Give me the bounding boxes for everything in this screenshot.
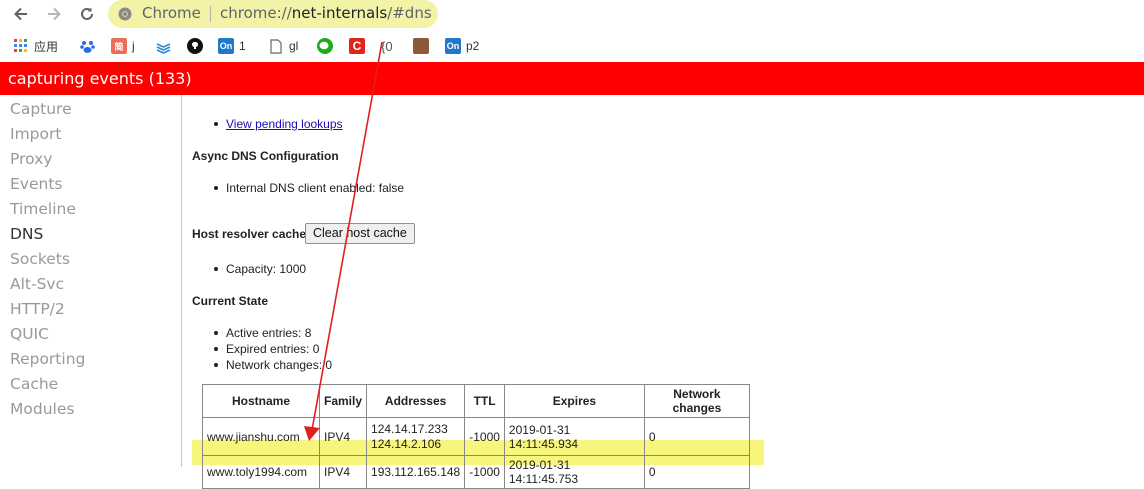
bookmark-layers[interactable] xyxy=(155,37,176,55)
cell-expires: 2019-01-31 14:11:45.934 xyxy=(503,417,645,456)
reload-icon xyxy=(81,7,93,20)
col-ttl: TTL xyxy=(464,384,505,418)
bookmark-github[interactable] xyxy=(187,37,208,55)
cell-hostname: www.jianshu.com xyxy=(202,417,320,456)
col-family: Family xyxy=(318,384,368,418)
col-network-changes: Network changes xyxy=(643,384,750,418)
chrome-chip-label: Chrome xyxy=(142,4,201,22)
back-button[interactable] xyxy=(9,2,33,26)
host-resolver-cache-heading: Host resolver cache xyxy=(192,227,307,241)
bookmark-onenote-p2[interactable]: On p2 xyxy=(445,37,479,55)
page-icon xyxy=(268,38,284,54)
table-header-row: Hostname Family Addresses TTL Expires Ne… xyxy=(202,384,750,418)
sidebar-item-proxy[interactable]: Proxy xyxy=(10,150,52,168)
network-changes-text: Network changes: 0 xyxy=(213,358,333,372)
bookmark-label: gl xyxy=(289,39,299,53)
bookmark-avatar[interactable] xyxy=(413,37,434,55)
table-row: www.jianshu.com IPV4 124.14.17.233 124.1… xyxy=(202,417,750,456)
current-state-heading: Current State xyxy=(192,294,269,308)
address-line: 124.14.17.233 xyxy=(371,421,448,436)
capture-status-banner: capturing events (133) xyxy=(0,62,1144,95)
sidebar-nav: Capture Import Proxy Events Timeline DNS… xyxy=(0,95,182,467)
async-dns-heading: Async DNS Configuration xyxy=(192,149,339,163)
sidebar-item-events[interactable]: Events xyxy=(10,175,62,193)
table-row: www.toly1994.com IPV4 193.112.165.148 -1… xyxy=(202,455,750,489)
apps-grid-icon xyxy=(13,38,29,54)
bookmark-onenote-1[interactable]: On 1 xyxy=(218,37,246,55)
cell-addresses: 193.112.165.148 xyxy=(366,455,466,489)
col-addresses: Addresses xyxy=(366,384,466,418)
forward-button[interactable] xyxy=(42,2,66,26)
oneNote-icon: On xyxy=(218,38,234,54)
omnibox-separator xyxy=(210,6,211,22)
red-c-icon: C xyxy=(349,38,365,54)
sidebar-item-capture[interactable]: Capture xyxy=(10,100,72,118)
sidebar-item-sockets[interactable]: Sockets xyxy=(10,250,70,268)
wechat-icon xyxy=(317,38,333,54)
cell-ttl: -1000 xyxy=(464,455,505,489)
url-scheme: chrome:// xyxy=(220,4,292,22)
cell-hostname: www.toly1994.com xyxy=(202,455,320,489)
bookmark-label: j xyxy=(132,39,135,53)
sidebar-item-dns[interactable]: DNS xyxy=(10,225,43,243)
dns-panel: View pending lookups Async DNS Configura… xyxy=(192,95,1142,489)
sidebar-item-quic[interactable]: QUIC xyxy=(10,325,49,343)
arrow-right-icon xyxy=(48,7,61,21)
reload-button[interactable] xyxy=(75,2,99,26)
browser-toolbar: Chrome chrome://net-internals/#dns xyxy=(0,0,1144,28)
cell-family: IPV4 xyxy=(318,455,368,489)
baidu-paw-icon xyxy=(79,38,95,54)
bookmark-label: {0 xyxy=(381,38,393,54)
oneNote-icon: On xyxy=(445,38,461,54)
cell-network-changes: 0 xyxy=(643,417,750,456)
bookmark-label: 应用 xyxy=(34,39,59,54)
jianshu-icon: 简 xyxy=(111,38,127,54)
bookmarks-bar: 应用 简 j On 1 gl C {0 On p2 xyxy=(0,30,1144,60)
layers-icon xyxy=(155,38,171,54)
avatar-icon xyxy=(413,38,429,54)
bookmark-baidu[interactable] xyxy=(79,37,100,55)
bookmark-apps[interactable]: 应用 xyxy=(13,37,58,55)
expired-entries-text: Expired entries: 0 xyxy=(213,342,320,356)
cell-network-changes: 0 xyxy=(643,455,750,489)
bookmark-label: 1 xyxy=(239,39,246,53)
host-cache-table: Hostname Family Addresses TTL Expires Ne… xyxy=(202,384,750,489)
sidebar-item-http2[interactable]: HTTP/2 xyxy=(10,300,65,318)
url-text[interactable]: chrome://net-internals/#dns xyxy=(220,4,432,22)
url-fragment: /#dns xyxy=(387,4,432,22)
cell-family: IPV4 xyxy=(318,417,368,456)
col-hostname: Hostname xyxy=(202,384,320,418)
chrome-icon xyxy=(118,7,132,21)
bookmark-gl[interactable]: gl xyxy=(268,37,298,55)
active-entries-text: Active entries: 8 xyxy=(213,326,312,340)
sidebar-item-modules[interactable]: Modules xyxy=(10,400,74,418)
sidebar-item-alt-svc[interactable]: Alt-Svc xyxy=(10,275,64,293)
arrow-left-icon xyxy=(14,7,27,21)
capacity-text: Capacity: 1000 xyxy=(213,262,307,276)
sidebar-item-reporting[interactable]: Reporting xyxy=(10,350,85,368)
bookmark-wechat[interactable] xyxy=(317,37,338,55)
clear-host-cache-button[interactable]: Clear host cache xyxy=(305,223,415,244)
sidebar-item-timeline[interactable]: Timeline xyxy=(10,200,76,218)
pending-lookups-bullet: View pending lookups xyxy=(214,117,343,131)
github-icon xyxy=(187,38,203,54)
sidebar-item-cache[interactable]: Cache xyxy=(10,375,58,393)
sidebar-item-import[interactable]: Import xyxy=(10,125,61,143)
address-line: 124.14.2.106 xyxy=(371,436,442,451)
cell-expires: 2019-01-31 14:11:45.753 xyxy=(503,455,645,489)
bookmark-jianshu[interactable]: 简 j xyxy=(111,37,135,55)
col-expires: Expires xyxy=(503,384,645,418)
url-host: net-internals xyxy=(291,4,388,22)
internal-dns-status: Internal DNS client enabled: false xyxy=(213,181,405,195)
bookmark-label: p2 xyxy=(466,39,480,53)
cell-ttl: -1000 xyxy=(464,417,505,456)
view-pending-lookups-link[interactable]: View pending lookups xyxy=(226,117,343,131)
cell-addresses: 124.14.17.233 124.14.2.106 xyxy=(366,417,466,456)
bookmark-red-c[interactable]: C xyxy=(349,37,370,55)
bookmark-braces[interactable]: {0 xyxy=(381,37,393,55)
address-bar[interactable]: Chrome chrome://net-internals/#dns xyxy=(108,0,438,28)
